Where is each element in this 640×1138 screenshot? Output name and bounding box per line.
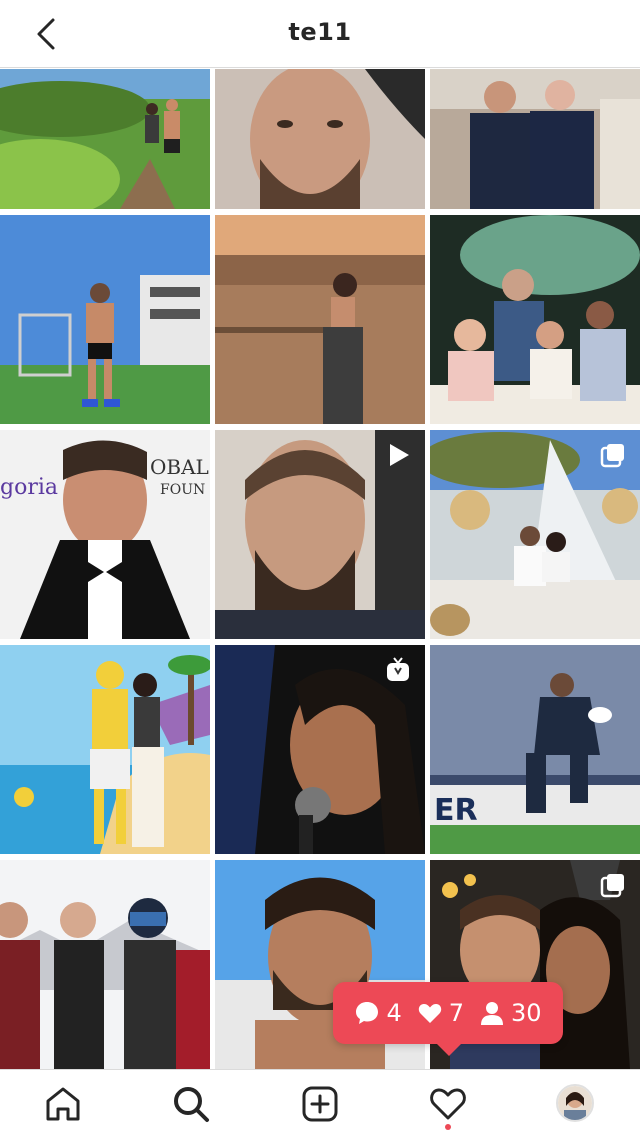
tab-search[interactable]: [171, 1084, 211, 1124]
play-icon: [390, 444, 409, 466]
home-icon: [46, 1087, 80, 1121]
likes-count: 7: [448, 999, 464, 1027]
profile-photo: [558, 1086, 592, 1120]
carousel-icon: [600, 874, 624, 898]
post-tile[interactable]: [215, 69, 425, 209]
tab-home[interactable]: [43, 1084, 83, 1124]
follows-count: 30: [510, 999, 542, 1027]
post-tile[interactable]: [430, 215, 640, 424]
activity-notification[interactable]: 4 7 30: [333, 982, 563, 1056]
post-image-hike: [0, 69, 210, 209]
post-tile[interactable]: [0, 69, 210, 209]
post-image-training: [0, 215, 210, 424]
top-bar: te11: [0, 0, 640, 68]
post-image-rugby: ER: [430, 645, 640, 854]
svg-text:OBAL: OBAL: [150, 455, 209, 479]
notification-comments: 4: [354, 999, 402, 1027]
post-image-event: [430, 69, 640, 209]
activity-dot: [445, 1124, 451, 1130]
post-tile[interactable]: [215, 215, 425, 424]
bottom-tab-bar: [0, 1069, 640, 1138]
post-image-selfie: [215, 69, 425, 209]
comment-icon: [356, 1002, 379, 1024]
explore-grid: goria OBAL FOUN ER: [0, 69, 640, 1069]
search-icon: [174, 1087, 209, 1122]
post-image-gala: goria OBAL FOUN: [0, 430, 210, 639]
post-image-cartoon: [0, 645, 210, 854]
post-image-sunset: [215, 215, 425, 424]
svg-text:FOUN: FOUN: [160, 482, 205, 498]
avatar[interactable]: [556, 1084, 594, 1122]
person-icon: [480, 1002, 503, 1025]
post-image-dinner: [430, 215, 640, 424]
post-tile[interactable]: [430, 69, 640, 209]
post-tile[interactable]: [215, 430, 425, 639]
post-tile[interactable]: goria OBAL FOUN: [0, 430, 210, 639]
page-title: te11: [288, 18, 352, 46]
igtv-icon: [387, 657, 409, 681]
post-tile[interactable]: [0, 215, 210, 424]
add-post-icon: [302, 1086, 338, 1122]
comments-count: 4: [386, 999, 402, 1027]
post-tile[interactable]: [430, 430, 640, 639]
post-tile[interactable]: [0, 645, 210, 854]
tab-activity[interactable]: [428, 1084, 468, 1124]
post-tile[interactable]: [0, 860, 210, 1069]
post-tile[interactable]: ER: [430, 645, 640, 854]
heart-icon: [418, 1003, 441, 1023]
svg-text:goria: goria: [0, 475, 58, 500]
tab-new-post[interactable]: [300, 1084, 340, 1124]
notification-likes: 7: [417, 999, 464, 1027]
heart-icon: [430, 1088, 466, 1120]
notification-follows: 30: [479, 999, 542, 1027]
post-image-ski: [0, 860, 210, 1069]
svg-text:ER: ER: [434, 793, 478, 828]
post-tile[interactable]: [215, 645, 425, 854]
carousel-icon: [600, 444, 624, 468]
